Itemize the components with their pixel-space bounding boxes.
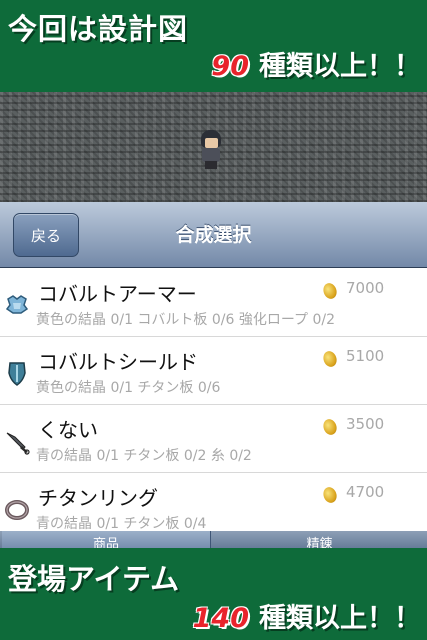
bottom-banner-suffix: 種類以上！！ <box>259 603 421 634</box>
coin-icon <box>321 485 339 505</box>
back-button[interactable]: 戻る <box>13 213 79 257</box>
list-item[interactable]: コバルトシールド 黄色の結晶 0/1 チタン板 0/6 5100 <box>0 337 427 405</box>
player-character <box>198 130 224 170</box>
bottom-banner: 登場アイテム 140 種類以上！！ <box>0 548 427 640</box>
top-banner: 今回は設計図 90 種類以上！！ <box>0 0 427 92</box>
armor-icon <box>5 295 29 314</box>
top-banner-subtitle: 90 種類以上！！ <box>211 44 421 83</box>
item-materials: 黄色の結晶 0/1 コバルト板 0/6 強化ロープ 0/2 <box>36 312 336 328</box>
item-price: 7000 <box>346 279 385 297</box>
list-item[interactable]: コバルトアーマー 黄色の結晶 0/1 コバルト板 0/6 強化ロープ 0/2 7… <box>0 269 427 337</box>
item-list: コバルトアーマー 黄色の結晶 0/1 コバルト板 0/6 強化ロープ 0/2 7… <box>0 269 427 541</box>
shield-icon <box>8 362 26 386</box>
item-materials: 青の結晶 0/1 チタン板 0/2 糸 0/2 <box>36 448 252 464</box>
kunai-icon <box>6 432 30 455</box>
item-price: 5100 <box>346 347 385 365</box>
game-field <box>0 92 427 202</box>
list-item[interactable]: くない 青の結晶 0/1 チタン板 0/2 糸 0/2 3500 <box>0 405 427 473</box>
bottom-banner-title: 登場アイテム <box>8 562 180 596</box>
item-name: チタンリング <box>38 486 158 510</box>
bottom-banner-count: 140 <box>192 603 249 634</box>
top-banner-suffix: 種類以上！！ <box>259 51 421 82</box>
coin-icon <box>321 349 339 369</box>
item-price: 4700 <box>346 483 385 501</box>
item-price: 3500 <box>346 415 385 433</box>
coin-icon <box>321 281 339 301</box>
nav-bar: 合成選択 戻る <box>0 202 427 268</box>
top-banner-count: 90 <box>211 51 249 82</box>
top-banner-title: 今回は設計図 <box>8 12 189 46</box>
item-materials: 青の結晶 0/1 チタン板 0/4 <box>36 516 207 532</box>
item-name: くない <box>38 418 98 442</box>
ring-icon <box>5 500 29 520</box>
coin-icon <box>321 417 339 437</box>
item-name: コバルトアーマー <box>38 282 197 306</box>
item-name: コバルトシールド <box>38 350 198 374</box>
bottom-banner-subtitle: 140 種類以上！！ <box>193 596 421 635</box>
item-materials: 黄色の結晶 0/1 チタン板 0/6 <box>36 380 221 396</box>
